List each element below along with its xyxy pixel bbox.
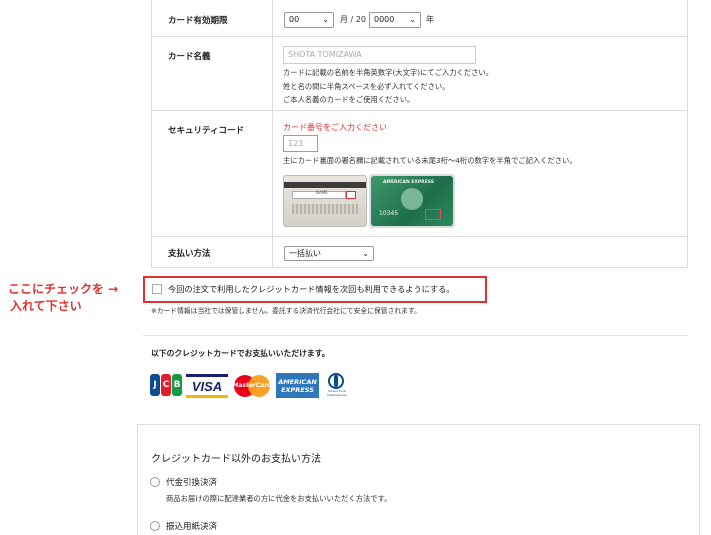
amex-logo-icon: AMERICAN EXPRESS	[276, 373, 319, 398]
form-right-border	[687, 0, 688, 268]
chevron-down-icon: ⌄	[362, 249, 369, 258]
accepted-cards-heading: 以下のクレジットカードでお支払いいただけます。	[151, 349, 330, 358]
cod-description: 商品お届けの際に配達業者の方に代金をお支払いいただく方法です。	[166, 494, 392, 503]
amex-logo-text-bottom: EXPRESS	[281, 385, 314, 394]
cardname-note: 姓と名の間に半角スペースを必ず入れてください。	[283, 81, 450, 91]
payment-method-value: 一括払い	[289, 249, 321, 258]
instruction-line-2: 入れて下さい	[10, 299, 82, 313]
cardname-input[interactable]: SHOTA TOMIZAWA	[283, 46, 476, 64]
jcb-letter-j: J	[150, 374, 160, 396]
other-methods-left-border	[137, 424, 138, 535]
section-divider	[143, 335, 688, 336]
cardname-notes: カードに記載の名前を半角英数字(大文字)にてご入力ください。 姓と名の間に半角ス…	[283, 66, 673, 107]
row-separator	[151, 236, 688, 237]
visa-logo-icon: VISA	[186, 374, 228, 398]
row-separator	[151, 110, 688, 111]
jcb-letter-c: C	[161, 374, 171, 396]
save-card-note: ※カード情報は当社では保管しません。委託する決済代行会社にて安全に保管されます。	[151, 307, 421, 315]
form-divider	[272, 0, 273, 268]
instruction-line-1: ここにチェックを →	[8, 282, 119, 296]
form-left-border	[151, 0, 152, 268]
payment-method-select[interactable]: 一括払い ⌄	[284, 246, 374, 261]
expiry-month-value: 00	[289, 15, 300, 24]
security-error-text: カード番号をご入力ください	[283, 123, 387, 132]
amex-logo-text-top: AMERICAN	[278, 377, 317, 386]
cardname-label: カード名義	[168, 52, 211, 62]
mastercard-text: MasterCard	[232, 382, 272, 389]
mastercard-logo-icon: MasterCard	[232, 373, 272, 398]
transfer-label[interactable]: 振込用紙決済	[166, 520, 217, 532]
amex-card-brand: AMERICAN EXPRESS	[383, 180, 434, 185]
chevron-down-icon: ⌄	[409, 15, 416, 24]
save-card-label[interactable]: 今回の注文で利用したクレジットカード情報を次回も利用できるようにする。	[168, 283, 454, 295]
security-code-placeholder: 123	[288, 139, 304, 148]
security-note: 主にカード裏面の署名欄に記載されている末尾3桁〜4桁の数字を半角でご記入ください…	[283, 156, 577, 165]
jcb-letter-b: B	[172, 374, 182, 396]
jcb-logo-icon: J C B	[150, 373, 182, 397]
security-label: セキュリティコード	[168, 126, 244, 136]
cod-label[interactable]: 代金引換決済	[166, 476, 217, 488]
other-methods-top-border	[137, 424, 700, 425]
security-code-input[interactable]: 123	[283, 135, 318, 152]
card-back-name-label: NAME	[316, 190, 328, 195]
save-card-checkbox[interactable]	[152, 284, 162, 294]
row-separator	[151, 267, 688, 268]
other-methods-right-border	[699, 424, 700, 535]
cardname-placeholder: SHOTA TOMIZAWA	[288, 50, 362, 59]
expiry-year-select[interactable]: 0000 ⌄	[369, 12, 421, 28]
cod-radio[interactable]	[150, 477, 160, 487]
expiry-month-select[interactable]: 00 ⌄	[284, 12, 334, 28]
expiry-label: カード有効期限	[168, 16, 228, 26]
diners-text-bottom: International	[327, 393, 347, 397]
row-separator	[151, 36, 688, 37]
card-back-illustration: NAME	[283, 175, 367, 227]
cardname-note: カードに記載の名前を半角英数字(大文字)にてご入力ください。	[283, 68, 494, 77]
cardname-note: ご本人名義のカードをご使用ください。	[283, 95, 415, 104]
expiry-month-suffix: 月 / 20	[340, 15, 366, 24]
instruction-annotation: ここにチェックを → 入れて下さい	[8, 281, 118, 315]
expiry-year-suffix: 年	[426, 15, 434, 24]
other-methods-heading: クレジットカード以外のお支払い方法	[151, 454, 321, 465]
amex-card-number: 10345	[379, 210, 399, 217]
diners-club-logo-icon: Diners Club International	[323, 371, 351, 399]
chevron-down-icon: ⌄	[322, 15, 329, 24]
expiry-year-value: 0000	[374, 15, 395, 24]
visa-text: VISA	[191, 378, 223, 394]
transfer-radio[interactable]	[150, 521, 160, 531]
payment-method-label: 支払い方法	[168, 249, 211, 259]
amex-card-illustration: AMERICAN EXPRESS 10345	[369, 174, 455, 228]
